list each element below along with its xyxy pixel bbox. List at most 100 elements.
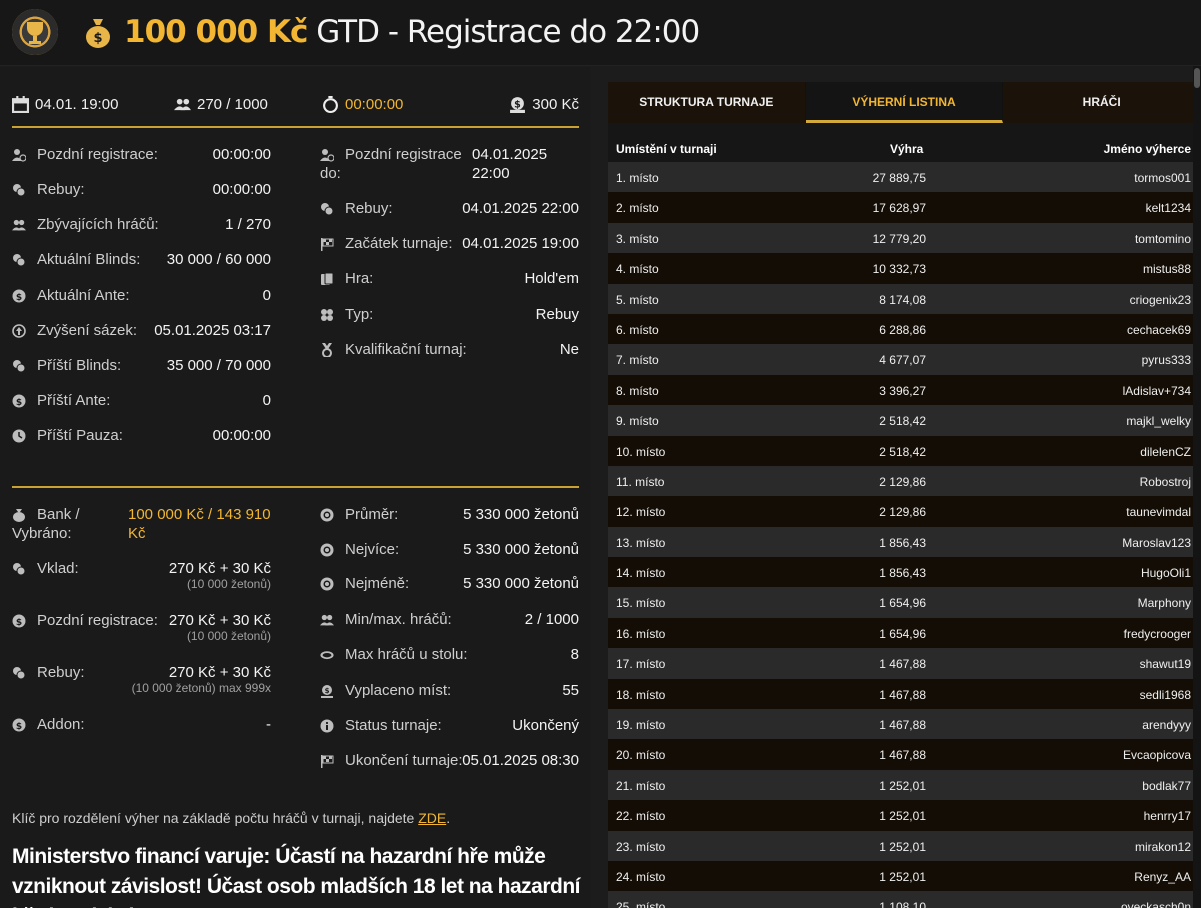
money-right-row: Max hráčů u stolu: 8 [320, 646, 579, 680]
row-label: Nejméně: [345, 575, 410, 592]
row-value: 100 000 Kč / 143 910 [128, 506, 271, 523]
coins-icon [12, 562, 26, 576]
row-label: Bank / [37, 506, 80, 523]
prize-cell: 1 252,01 [879, 839, 926, 854]
row-label: Hra: [345, 270, 374, 287]
winner-cell: Marphony [1137, 596, 1191, 611]
winner-cell: shawut19 [1139, 657, 1191, 672]
row-label: Pozdní registrace: [37, 146, 158, 163]
users-icon [174, 98, 191, 111]
row-label: Max hráčů u stolu: [345, 646, 468, 663]
row-label: Pozdní registrace: [37, 612, 158, 629]
table-row: 13. místo 1 856,43 Maroslav123 [608, 526, 1201, 558]
chip-icon [320, 577, 334, 591]
prize-cell: 1 467,88 [879, 657, 926, 672]
tab-structure[interactable]: STRUKTURA TURNAJE [608, 82, 806, 123]
row-label: Pozdní registrace [345, 146, 462, 163]
table-row: 7. místo 4 677,07 pyrus333 [608, 344, 1201, 375]
winner-cell: cechacek69 [1126, 322, 1191, 337]
row-value: 270 Kč + 30 Kč [168, 612, 271, 629]
prize-cell: 6 288,86 [879, 322, 926, 337]
prize-cell: 1 654,96 [879, 626, 926, 641]
table-row: 10. místo 2 518,42 dilelenCZ [608, 435, 1201, 466]
winner-cell: henrry17 [1143, 809, 1191, 824]
row-label: Vklad: [37, 560, 79, 577]
row-label: Příští Ante: [37, 392, 111, 409]
user-clock-icon [320, 148, 335, 162]
payout-icon: $ [320, 684, 334, 698]
payout-key-note: Klíč pro rozdělení výher na základě počt… [12, 810, 450, 826]
table-row: 14. místo 1 856,43 HugoOli1 [608, 557, 1201, 588]
position-cell: 5. místo [616, 292, 659, 307]
position-cell: 20. místo [616, 748, 666, 763]
payout-key-link[interactable]: ZDE [418, 810, 446, 826]
winner-cell: dilelenCZ [1140, 444, 1191, 459]
row-label: Začátek turnaje: [345, 235, 453, 252]
svg-text:$: $ [514, 100, 521, 111]
prize-cell: 1 252,01 [879, 869, 926, 884]
winner-cell: mistus88 [1142, 262, 1191, 277]
details-right-row: Rebuy: 04.01.2025 22:00 [320, 200, 579, 234]
winner-cell: Evcaopicova [1122, 748, 1191, 763]
table-row: 17. místo 1 467,88 shawut19 [608, 648, 1201, 679]
money-right-row: Průměr: 5 330 000 žetonů [320, 506, 579, 540]
players-count: 270 / 1000 [197, 96, 268, 113]
row-label: Příští Blinds: [37, 357, 122, 374]
row-value: 35 000 / 70 000 [166, 357, 271, 374]
table-row: 2. místo 17 628,97 kelt1234 [608, 192, 1201, 223]
money-left-row: $ Addon: - [12, 716, 271, 750]
prize-cell: 2 518,42 [879, 444, 926, 459]
row-label: Příští Pauza: [37, 427, 123, 444]
table-icon [320, 648, 334, 662]
coins-icon [12, 183, 26, 197]
header-prize[interactable]: Výhra [890, 142, 923, 156]
row-value: 30 000 / 60 000 [166, 251, 271, 268]
note-end: . [446, 810, 451, 826]
table-row: 15. místo 1 654,96 Marphony [608, 587, 1201, 618]
position-cell: 1. místo [616, 171, 659, 185]
position-cell: 7. místo [616, 353, 659, 368]
prize-cell: 12 779,20 [872, 231, 926, 246]
header-winner[interactable]: Jméno výherce [1104, 142, 1191, 156]
row-label: Nejvíce: [345, 541, 400, 558]
prize-cell: 17 628,97 [872, 201, 926, 216]
coins-icon [320, 202, 334, 216]
row-subtext: (10 000 žetonů) [186, 577, 271, 591]
row-value: Ne [559, 341, 579, 358]
prize-cell: 2 129,86 [879, 474, 926, 489]
dice-icon [320, 308, 334, 322]
calendar-icon [12, 96, 29, 113]
money-right-row: $ Vyplaceno míst: 55 [320, 682, 579, 716]
flag-checkered-icon [320, 754, 334, 768]
buyin-stat: $ 300 Kč [509, 96, 579, 113]
winner-cell: bodlak77 [1142, 778, 1191, 793]
money-right-row: Status turnaje: Ukončený [320, 717, 579, 751]
title-text: GTD - Registrace do 22:00 [316, 14, 700, 50]
row-value: Hold'em [524, 270, 579, 287]
scrollbar-thumb[interactable] [1194, 68, 1200, 88]
position-cell: 25. místo [616, 900, 666, 908]
header-position[interactable]: Umístění v turnaji [616, 142, 717, 156]
position-cell: 22. místo [616, 809, 666, 824]
clock-icon [12, 429, 26, 443]
page-scrollbar[interactable] [1193, 66, 1201, 908]
user-clock-icon [12, 148, 27, 162]
tab-payout-list[interactable]: VÝHERNÍ LISTINA [805, 82, 1004, 123]
svg-text:$: $ [325, 687, 330, 695]
position-cell: 13. místo [616, 535, 666, 550]
position-cell: 9. místo [616, 414, 659, 429]
row-value: 8 [570, 646, 579, 663]
money-right-row: Nejvíce: 5 330 000 žetonů [320, 541, 579, 575]
table-row: 8. místo 3 396,27 lAdislav+734 [608, 374, 1201, 406]
prize-cell: 1 856,43 [879, 566, 926, 581]
prize-cell: 8 174,08 [879, 292, 926, 307]
details-left-row: $ Příští Ante: 0 [12, 392, 271, 426]
row-value: 00:00:00 [212, 181, 271, 198]
prize-cell: 10 332,73 [872, 262, 926, 277]
money-left-row: Rebuy: 270 Kč + 30 Kč (10 000 žetonů) max … [12, 664, 271, 698]
tab-players[interactable]: HRÁČI [1003, 82, 1201, 123]
row-value: 00:00:00 [212, 427, 271, 444]
position-cell: 6. místo [616, 322, 659, 337]
chip-icon [320, 508, 334, 522]
tab-bar: STRUKTURA TURNAJE VÝHERNÍ LISTINA HRÁČI [608, 82, 1201, 123]
